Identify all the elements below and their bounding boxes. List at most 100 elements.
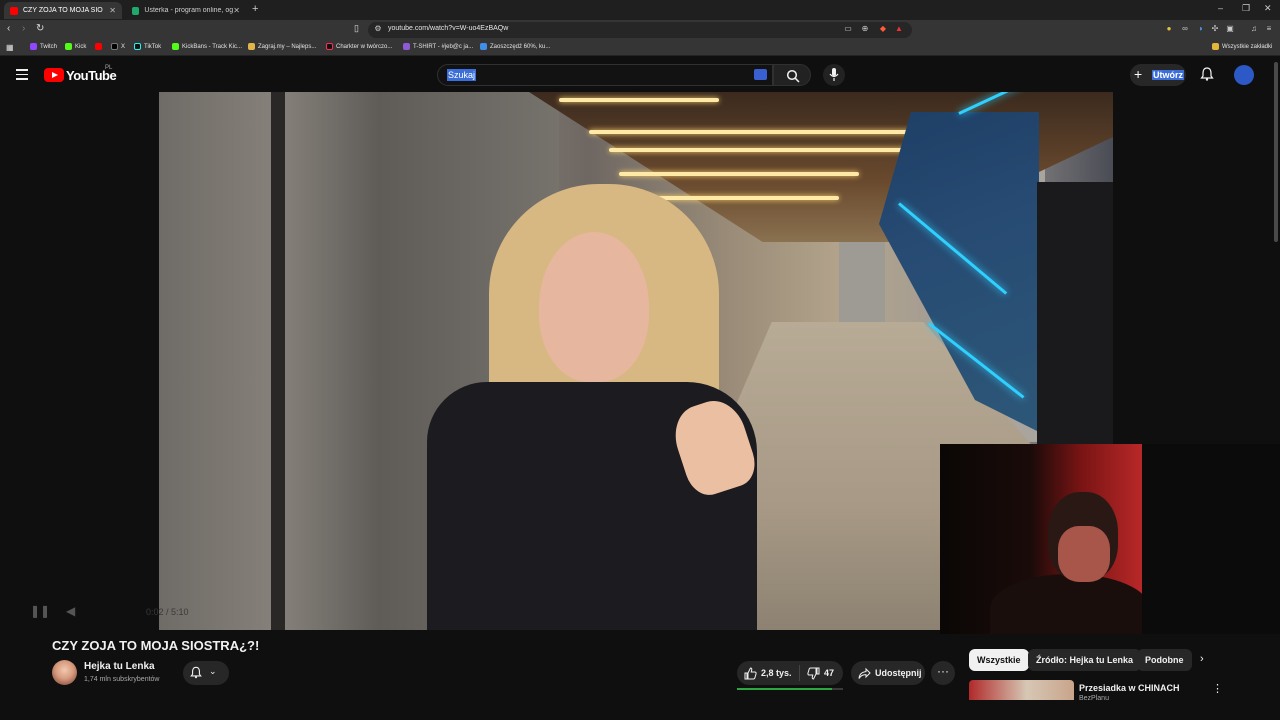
sidebar-icon[interactable]: ▣ (1225, 24, 1235, 34)
bookmark-item[interactable]: Twitch (30, 43, 57, 50)
bookmark-item[interactable]: TikTok (134, 43, 161, 50)
like-ratio-fill (737, 688, 833, 690)
webcam-overlay (940, 444, 1142, 634)
zoom-icon[interactable]: ⊕ (860, 24, 870, 34)
media-icon[interactable]: ♫ (1249, 24, 1259, 34)
youtube-favicon-icon (10, 6, 18, 15)
like-count[interactable]: 2,8 tys. (761, 668, 792, 678)
video-frame-pillar (271, 92, 285, 630)
back-icon[interactable]: ‹ (7, 23, 10, 34)
bookmark-icon[interactable]: ▯ (354, 23, 359, 34)
tiktok-icon (134, 43, 141, 50)
browser-tab[interactable]: Usterka - program online, oglądaj na ✕ (126, 2, 246, 19)
voice-search-button[interactable] (823, 64, 845, 86)
extension-icon[interactable]: ● (1164, 24, 1174, 34)
video-frame-light (639, 196, 839, 200)
tab-label: Usterka - program online, oglądaj na (144, 7, 234, 14)
thumbs-down-icon[interactable] (807, 667, 820, 680)
kick-icon (65, 43, 72, 50)
bookmark-item[interactable]: Charkter w twórczo... (326, 43, 392, 50)
dislike-count: 47 (824, 668, 835, 678)
pause-icon[interactable]: ❚❚ (30, 604, 50, 618)
bookmark-item[interactable]: Kick (65, 43, 86, 50)
player-favicon-icon (132, 6, 140, 15)
hamburger-menu-icon[interactable] (16, 69, 28, 80)
puzzle-icon[interactable]: ✣ (1210, 24, 1220, 34)
close-icon[interactable]: ✕ (233, 6, 240, 15)
address-bar-row: ‹ › ↻ ▯ ⚙ youtube.com/watch?v=W-uo4EzBAQ… (0, 20, 1280, 40)
video-frame-light (619, 172, 859, 176)
volume-icon[interactable]: ◀ (66, 604, 75, 618)
all-bookmarks[interactable]: Wszystkie zakładki (1212, 43, 1272, 50)
tiktok-icon (326, 43, 333, 50)
forward-icon[interactable]: › (22, 23, 25, 34)
region-badge: PL (105, 65, 113, 71)
chip-all[interactable]: Wszystkie (969, 649, 1029, 671)
player-time: 0:02 / 5:10 (146, 607, 189, 617)
zagraj-icon (248, 43, 255, 50)
bookmark-item[interactable]: X (111, 43, 125, 50)
extension-icon[interactable]: ∞ (1180, 24, 1190, 34)
bookmark-item[interactable]: Zaoszczędź 60%, ku... (480, 43, 550, 50)
youtube-header: YouTube PL + (0, 56, 1280, 92)
browser-tab-active[interactable]: CZY ZOJA TO MOJA SIOSTRA ✕ (4, 2, 122, 19)
microphone-icon (829, 68, 839, 81)
video-frame-light (589, 130, 949, 134)
video-frame-light (559, 98, 719, 102)
plus-icon: + (1134, 66, 1143, 82)
account-avatar[interactable] (1234, 65, 1254, 85)
search-input[interactable] (437, 64, 773, 86)
video-title: CZY ZOJA TO MOJA SIOSTRA¿?! (52, 638, 260, 653)
search-query-text: Szukaj (447, 69, 477, 81)
minimize-icon[interactable]: – (1218, 3, 1223, 13)
webcam-background (1142, 444, 1280, 634)
chevron-down-icon: ⌄ (209, 666, 217, 676)
tab-label: CZY ZOJA TO MOJA SIOSTRA (23, 7, 103, 14)
new-tab-button[interactable]: + (252, 3, 258, 15)
menu-icon[interactable]: ≡ (1264, 24, 1274, 34)
channel-avatar[interactable] (52, 660, 77, 685)
share-label: Udostępnij (875, 668, 922, 678)
bottom-strip (0, 700, 1280, 720)
extension-icon[interactable]: ◗ (1196, 24, 1206, 34)
chevron-right-icon[interactable]: › (1200, 653, 1204, 665)
chip-source[interactable]: Źródło: Hejka tu Lenka (1028, 649, 1142, 671)
shield-icon[interactable]: ◆ (878, 24, 888, 34)
close-window-icon[interactable]: ✕ (1264, 3, 1272, 14)
url-text: youtube.com/watch?v=W-uo4EzBAQw (388, 25, 509, 32)
site-settings-icon[interactable]: ⚙ (373, 24, 383, 34)
recommendation-title[interactable]: Przesiadka w CHINACH (1079, 683, 1180, 693)
thumbs-up-icon[interactable] (744, 667, 757, 680)
video-frame-light (609, 148, 909, 152)
keyboard-icon[interactable] (754, 69, 767, 80)
close-icon[interactable]: ✕ (109, 6, 116, 15)
bookmark-item[interactable] (95, 43, 105, 50)
recommendation-menu-icon[interactable]: ⋮ (1212, 682, 1223, 695)
kickbans-icon (172, 43, 179, 50)
like-ratio-bar (737, 688, 843, 690)
restore-icon[interactable]: ❐ (1242, 3, 1250, 14)
video-frame-board (1037, 182, 1113, 482)
bookmark-item[interactable]: KickBans - Track Kic... (172, 43, 242, 50)
check-icon (480, 43, 487, 50)
webcam-person-face (1058, 526, 1110, 582)
shirt-icon (403, 43, 410, 50)
bookmark-item[interactable]: Zagraj.my – Najleps... (248, 43, 316, 50)
page-scrollbar[interactable] (1274, 62, 1278, 242)
webcam-person-body (990, 574, 1142, 634)
notifications-bell-icon[interactable] (1200, 67, 1214, 81)
youtube-logo-icon[interactable] (44, 68, 64, 82)
reload-icon[interactable]: ↻ (36, 23, 44, 34)
channel-name[interactable]: Hejka tu Lenka (84, 661, 155, 672)
bookmark-item[interactable]: T-SHIRT - #jeb@c ja... (403, 43, 473, 50)
like-divider (799, 665, 800, 681)
chip-similar[interactable]: Podobne (1137, 649, 1192, 671)
create-label: Utwórz (1152, 70, 1184, 80)
twitch-icon (30, 43, 37, 50)
more-actions-button[interactable]: ··· (931, 661, 955, 685)
cast-icon[interactable]: ▭ (843, 24, 853, 34)
apps-icon[interactable]: ▦ (6, 43, 14, 52)
warning-icon[interactable]: ▲ (894, 24, 904, 34)
search-button[interactable] (773, 64, 811, 86)
bookmarks-bar: ▦ Twitch Kick X TikTok KickBans - Track … (0, 40, 1280, 56)
